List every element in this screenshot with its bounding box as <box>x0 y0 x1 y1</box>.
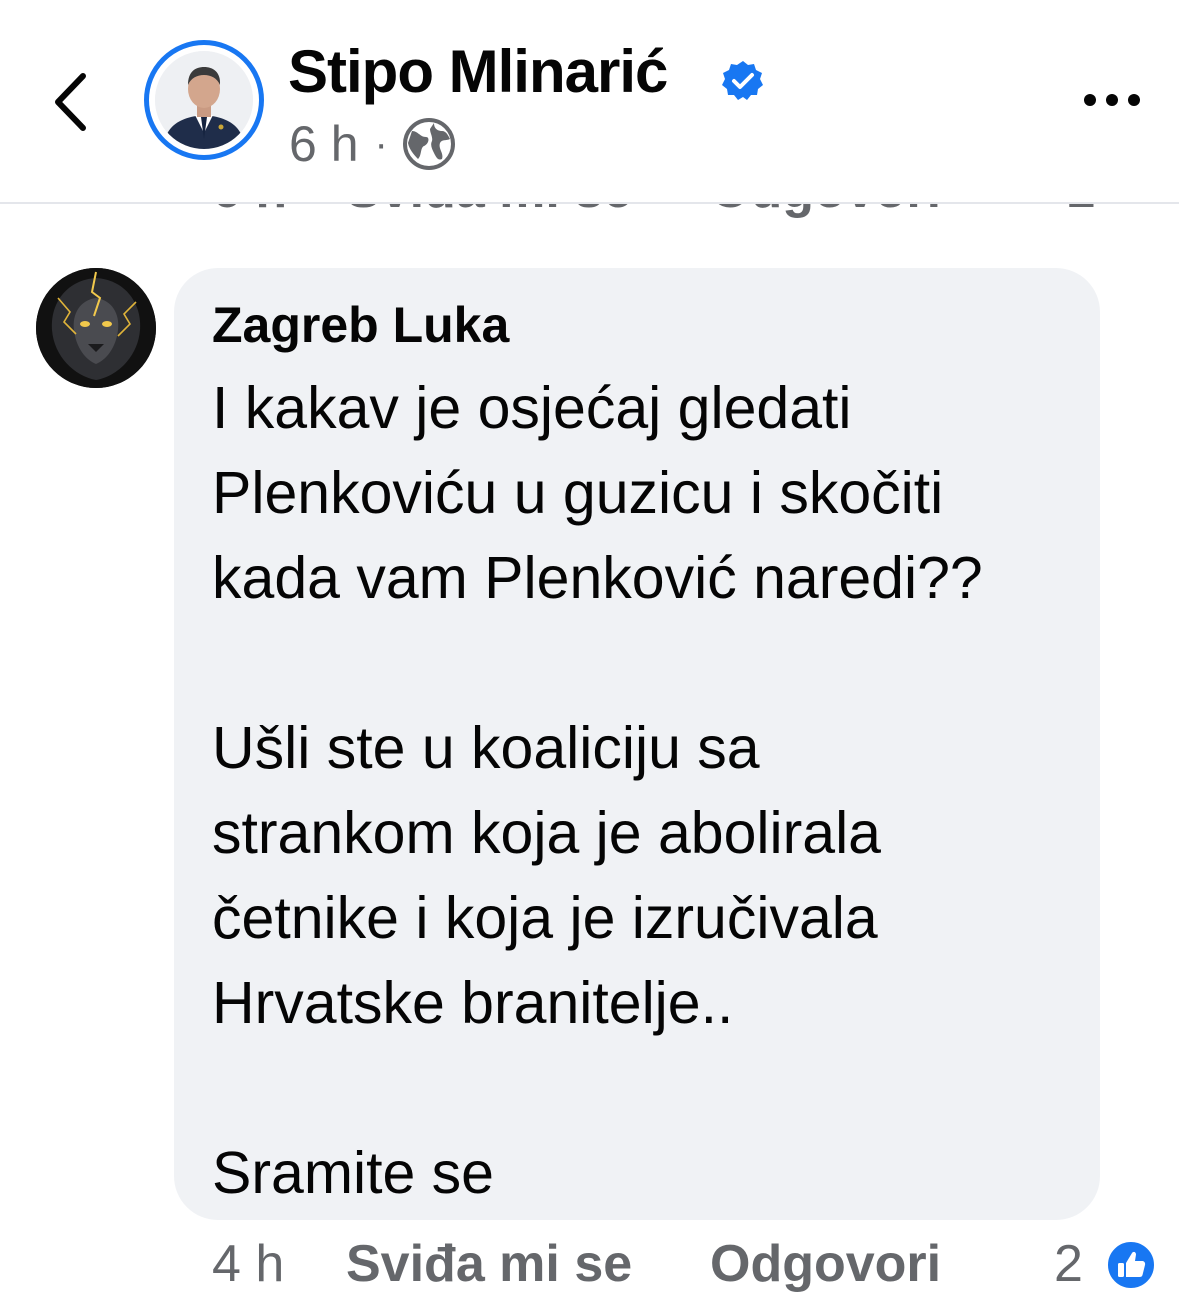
comment-line: Hrvatske branitelje.. <box>212 970 734 1036</box>
reply-button[interactable]: Odgovori <box>710 1234 941 1294</box>
post-meta: 6 h · <box>289 112 456 176</box>
post-header: Stipo Mlinarić 6 h · <box>0 0 1179 202</box>
comment-line <box>212 1046 1092 1131</box>
lion-avatar-image <box>36 268 156 388</box>
chevron-left-icon <box>55 73 86 131</box>
comment-line: I kakav je osjećaj gledati <box>212 375 852 441</box>
comment-text: I kakav je osjećaj gledati Plenkoviću u … <box>212 366 1092 1216</box>
page-avatar[interactable] <box>144 40 264 160</box>
comment-line <box>212 621 1092 706</box>
commenter-avatar[interactable] <box>36 268 156 388</box>
comment-line: kada vam Plenković naredi?? <box>212 545 983 611</box>
page-avatar-photo <box>155 51 253 149</box>
comment-author-name[interactable]: Zagreb Luka <box>212 296 509 354</box>
comment-line: Plenkoviću u guzicu i skočiti <box>212 460 944 526</box>
back-button[interactable] <box>40 62 100 142</box>
comment-line: četnike i koja je izručivala <box>212 885 878 951</box>
comment-time: 4 h <box>212 1235 285 1293</box>
like-reaction-icon[interactable] <box>1106 1240 1156 1290</box>
header-divider <box>0 202 1179 204</box>
reaction-count[interactable]: 2 <box>1054 1234 1083 1294</box>
page-title[interactable]: Stipo Mlinarić <box>288 36 668 108</box>
comment-actions: 4 h Sviđa mi se Odgovori 2 <box>0 1234 1179 1300</box>
post-time: 6 h <box>289 116 359 172</box>
verified-badge-icon <box>722 61 763 100</box>
globe-icon[interactable] <box>402 117 456 171</box>
like-button[interactable]: Sviđa mi se <box>346 1234 632 1294</box>
more-horizontal-icon <box>1084 94 1140 106</box>
meta-separator: · <box>374 121 388 166</box>
comment-line: Sramite se <box>212 1140 494 1206</box>
comment-line: Ušli ste u koaliciju sa <box>212 715 760 781</box>
more-options-button[interactable] <box>1072 70 1152 130</box>
comment-line: strankom koja je abolirala <box>212 800 881 866</box>
post-comments-screen: 6 h Sviđa mi se Odgovori 1 <box>0 0 1179 1300</box>
comment-bubble[interactable]: Zagreb Luka I kakav je osjećaj gledati P… <box>174 268 1100 1220</box>
